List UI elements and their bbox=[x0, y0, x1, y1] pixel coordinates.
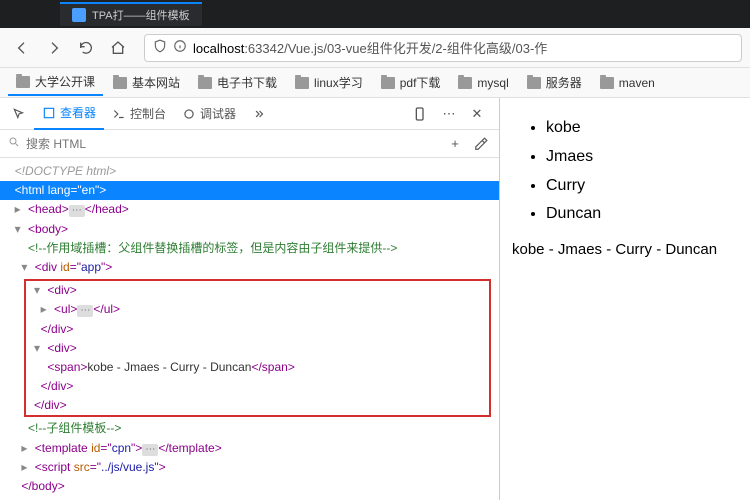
bookmark-item[interactable]: 服务器 bbox=[519, 70, 590, 95]
browser-tab[interactable]: TPA打——组件模板 bbox=[60, 2, 202, 26]
bookmark-item[interactable]: mysql bbox=[450, 72, 516, 94]
close-icon[interactable]: ✕ bbox=[467, 104, 487, 124]
folder-icon bbox=[458, 77, 472, 89]
tab-console[interactable]: 控制台 bbox=[104, 98, 174, 130]
folder-icon bbox=[113, 77, 127, 89]
url-text: localhost:63342/Vue.js/03-vue组件化开发/2-组件化… bbox=[193, 38, 547, 57]
tab-debugger[interactable]: 调试器 bbox=[174, 98, 244, 130]
bookmark-item[interactable]: 基本网站 bbox=[105, 70, 188, 95]
folder-icon bbox=[198, 77, 212, 89]
back-button[interactable] bbox=[8, 34, 36, 62]
list-item: Curry bbox=[546, 172, 740, 201]
forward-button[interactable] bbox=[40, 34, 68, 62]
devtools-tabs: 查看器 控制台 调试器 ⋯ ✕ bbox=[0, 98, 499, 130]
more-icon[interactable]: ⋯ bbox=[439, 104, 459, 124]
tree-div-tag[interactable]: ▾ <div> bbox=[26, 339, 489, 358]
tree-template-tag[interactable]: ▸ <template id="cpn">⋯</template> bbox=[0, 439, 499, 458]
bookmark-item[interactable]: linux学习 bbox=[287, 70, 371, 95]
add-icon[interactable]: + bbox=[445, 134, 465, 154]
rendered-page: kobe Jmaes Curry Duncan kobe - Jmaes - C… bbox=[500, 98, 750, 500]
list-item: Duncan bbox=[546, 200, 740, 229]
devtools-search: + bbox=[0, 130, 499, 158]
highlighted-box: ▾ <div> ▸ <ul>⋯</ul> </div> ▾ <div> <spa… bbox=[24, 279, 491, 417]
name-list: kobe Jmaes Curry Duncan bbox=[510, 114, 740, 229]
tab-inspector[interactable]: 查看器 bbox=[34, 98, 104, 130]
browser-tab-bar: TPA打——组件模板 bbox=[0, 0, 750, 28]
tree-span-tag[interactable]: <span>kobe - Jmaes - Curry - Duncan</spa… bbox=[26, 358, 489, 377]
url-bar[interactable]: localhost:63342/Vue.js/03-vue组件化开发/2-组件化… bbox=[144, 34, 742, 62]
folder-icon bbox=[381, 77, 395, 89]
search-input[interactable] bbox=[26, 137, 439, 151]
bookmark-item[interactable]: 电子书下载 bbox=[190, 70, 285, 95]
list-item: kobe bbox=[546, 114, 740, 143]
tree-div-tag[interactable]: ▾ <div> bbox=[26, 281, 489, 300]
tree-body-tag[interactable]: ▾ <body> bbox=[0, 220, 499, 239]
list-item: Jmaes bbox=[546, 143, 740, 172]
devtools-panel: 查看器 控制台 调试器 ⋯ ✕ + <!DOCTYPE html> <html … bbox=[0, 98, 500, 500]
bookmark-item[interactable]: maven bbox=[592, 72, 663, 94]
tree-app-close[interactable]: </div> bbox=[26, 396, 489, 415]
search-icon bbox=[8, 136, 20, 151]
folder-icon bbox=[16, 76, 30, 88]
home-button[interactable] bbox=[104, 34, 132, 62]
tree-script-tag[interactable]: ▸ <script src="../js/vue.js"> bbox=[0, 458, 499, 477]
tabs-overflow-button[interactable] bbox=[244, 98, 274, 130]
bookmark-item[interactable]: 大学公开课 bbox=[8, 69, 103, 96]
tree-head-tag[interactable]: ▸ <head>⋯</head> bbox=[0, 200, 499, 219]
bookmarks-bar: 大学公开课 基本网站 电子书下载 linux学习 pdf下载 mysql 服务器… bbox=[0, 68, 750, 98]
shield-icon bbox=[153, 39, 167, 56]
bookmark-item[interactable]: pdf下载 bbox=[373, 70, 449, 95]
eyedropper-icon[interactable] bbox=[471, 134, 491, 154]
tab-title: TPA打——组件模板 bbox=[92, 7, 190, 23]
folder-icon bbox=[295, 77, 309, 89]
reload-button[interactable] bbox=[72, 34, 100, 62]
tree-div-close[interactable]: </div> bbox=[26, 377, 489, 396]
element-picker-button[interactable] bbox=[4, 98, 34, 130]
tree-html-tag[interactable]: <html lang="en"> bbox=[0, 181, 499, 200]
tree-comment[interactable]: <!--作用域插槽：父组件替换插槽的标签，但是内容由子组件来提供--> bbox=[0, 239, 499, 258]
tab-favicon-icon bbox=[72, 8, 86, 22]
tree-body-close[interactable]: </body> bbox=[0, 477, 499, 496]
folder-icon bbox=[527, 77, 541, 89]
joined-names: kobe - Jmaes - Curry - Duncan bbox=[510, 241, 740, 258]
navigation-bar: localhost:63342/Vue.js/03-vue组件化开发/2-组件化… bbox=[0, 28, 750, 68]
tree-div-close[interactable]: </div> bbox=[26, 320, 489, 339]
responsive-mode-button[interactable] bbox=[411, 104, 431, 124]
info-icon bbox=[173, 39, 187, 56]
folder-icon bbox=[600, 77, 614, 89]
tree-doctype[interactable]: <!DOCTYPE html> bbox=[0, 162, 499, 181]
tree-ul-tag[interactable]: ▸ <ul>⋯</ul> bbox=[26, 300, 489, 319]
dom-tree[interactable]: <!DOCTYPE html> <html lang="en"> ▸ <head… bbox=[0, 158, 499, 500]
tree-app-div[interactable]: ▾ <div id="app"> bbox=[0, 258, 499, 277]
tree-comment[interactable]: <!--子组件模板--> bbox=[0, 419, 499, 438]
content-area: 查看器 控制台 调试器 ⋯ ✕ + <!DOCTYPE html> <html … bbox=[0, 98, 750, 500]
